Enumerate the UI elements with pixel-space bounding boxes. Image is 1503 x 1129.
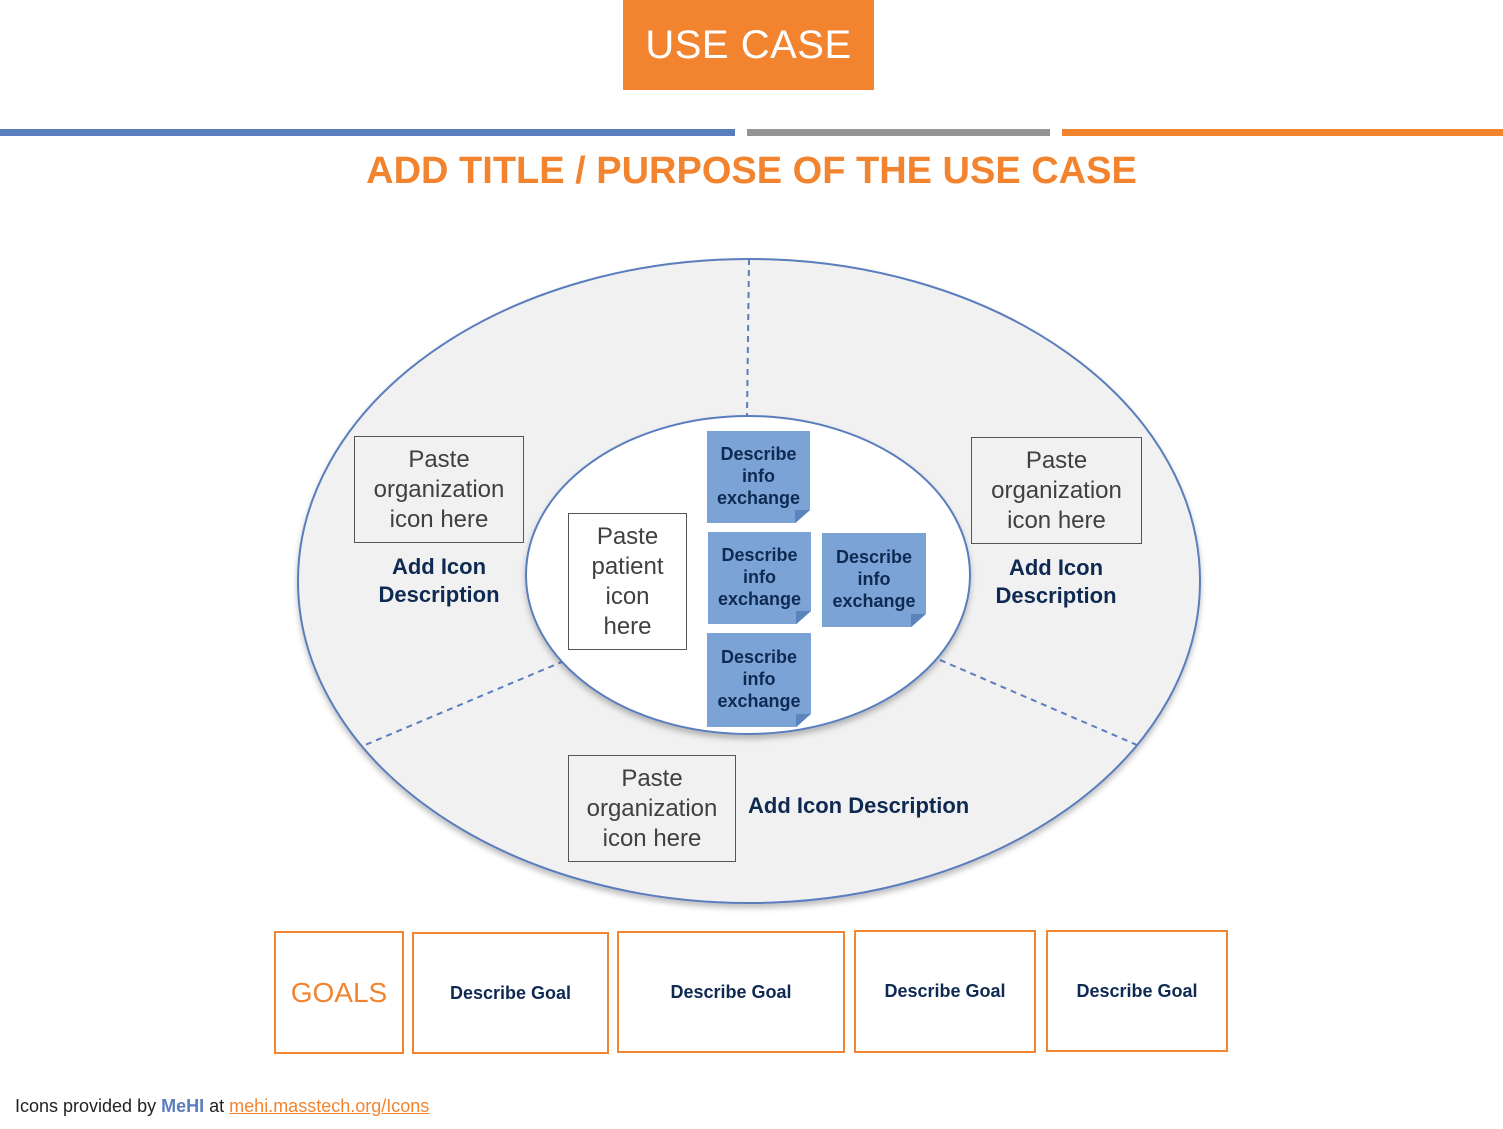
info-exchange-note[interactable]: Describe info exchange xyxy=(822,533,926,627)
goal-box[interactable]: Describe Goal xyxy=(854,930,1036,1053)
organization-icon-placeholder-left[interactable]: Paste organization icon here xyxy=(354,436,524,543)
footer-credit: Icons provided by MeHI at mehi.masstech.… xyxy=(15,1096,429,1117)
goal-box[interactable]: Describe Goal xyxy=(617,931,845,1053)
goals-label-box: GOALS xyxy=(274,931,404,1054)
organization-icon-placeholder-right[interactable]: Paste organization icon here xyxy=(971,437,1142,544)
footer-prefix: Icons provided by xyxy=(15,1096,157,1116)
organization-placeholder-text: Paste organization icon here xyxy=(586,764,718,852)
organization-description-right[interactable]: Add Icon Description xyxy=(971,554,1141,610)
organization-description-left[interactable]: Add Icon Description xyxy=(354,553,524,609)
info-exchange-note[interactable]: Describe info exchange xyxy=(708,532,811,624)
info-exchange-label: Describe info exchange xyxy=(717,647,801,711)
info-exchange-label: Describe info exchange xyxy=(716,444,801,508)
info-exchange-note[interactable]: Describe info exchange xyxy=(707,431,810,523)
goal-label: Describe Goal xyxy=(884,981,1006,1001)
patient-icon-placeholder[interactable]: Paste patient icon here xyxy=(568,513,687,650)
organization-placeholder-text: Paste organization icon here xyxy=(991,446,1122,534)
info-exchange-label: Describe info exchange xyxy=(832,547,916,611)
goals-label: GOALS xyxy=(290,976,388,1008)
footer-link[interactable]: mehi.masstech.org/Icons xyxy=(229,1096,429,1116)
footer-brand: MeHI xyxy=(161,1096,205,1116)
goal-label: Describe Goal xyxy=(449,982,572,1003)
organization-description-bottom[interactable]: Add Icon Description xyxy=(748,792,969,820)
organization-placeholder-text: Paste organization icon here xyxy=(373,445,505,533)
organization-icon-placeholder-bottom[interactable]: Paste organization icon here xyxy=(568,755,736,862)
goal-label: Describe Goal xyxy=(1076,980,1198,1001)
footer-middle: at xyxy=(209,1096,225,1116)
goal-box[interactable]: Describe Goal xyxy=(1046,930,1228,1052)
info-exchange-label: Describe info exchange xyxy=(717,545,802,609)
goal-box[interactable]: Describe Goal xyxy=(412,932,609,1054)
info-exchange-note[interactable]: Describe info exchange xyxy=(707,633,811,727)
goal-label: Describe Goal xyxy=(670,981,792,1002)
patient-placeholder-text: Paste patient icon here xyxy=(591,522,664,640)
